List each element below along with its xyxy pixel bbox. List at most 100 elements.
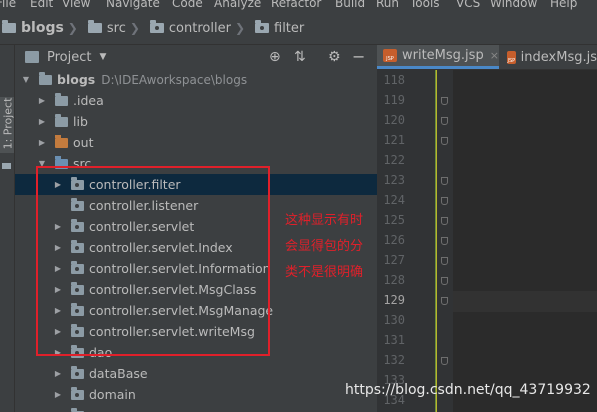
- fold-marker-icon[interactable]: [441, 237, 448, 245]
- tab-label: writeMsg.jsp: [402, 48, 484, 63]
- menu-item-analyze[interactable]: Analyze: [214, 0, 261, 10]
- project-tool-tab-label: 1: Project: [1, 97, 15, 150]
- line-number: 126: [383, 233, 405, 247]
- menu-item-refactor[interactable]: Refactor: [271, 0, 321, 10]
- collapse-arrow-icon[interactable]: ▶: [53, 369, 63, 378]
- breadcrumb-item[interactable]: src ❯: [87, 12, 150, 44]
- fold-marker-icon[interactable]: [441, 137, 448, 145]
- menu-item-help[interactable]: Help: [550, 0, 577, 10]
- tree-item[interactable]: ▶: [15, 405, 377, 412]
- line-number: 129: [383, 293, 405, 307]
- chevron-down-icon[interactable]: ▼: [99, 52, 106, 62]
- collapse-arrow-icon[interactable]: ▶: [53, 390, 63, 399]
- breadcrumb-item[interactable]: controller ❯: [149, 12, 255, 44]
- code-area[interactable]: [453, 70, 597, 412]
- tree-item[interactable]: ▶ lib: [15, 111, 377, 132]
- breadcrumb-label: filter: [274, 20, 305, 36]
- expand-arrow-icon[interactable]: ▼: [21, 75, 31, 84]
- line-number: 128: [383, 273, 405, 287]
- module-folder-icon: [2, 20, 16, 33]
- gear-icon[interactable]: ⚙: [328, 49, 341, 65]
- tab-label: indexMsg.js: [520, 49, 597, 65]
- locate-icon[interactable]: ⊕: [269, 49, 281, 65]
- close-icon[interactable]: ×: [490, 49, 499, 62]
- fold-marker-icon[interactable]: [441, 177, 448, 185]
- menu-item-window[interactable]: Window: [490, 0, 537, 10]
- package-icon: [255, 20, 269, 33]
- current-line-highlight: [453, 291, 597, 312]
- folder-icon: [87, 20, 102, 33]
- line-number: 121: [383, 133, 405, 147]
- collapse-arrow-icon[interactable]: ▶: [37, 96, 47, 105]
- fold-marker-icon[interactable]: [441, 257, 448, 265]
- menu-item-edit[interactable]: Edit: [30, 0, 53, 10]
- menu-item-navigate[interactable]: Navigate: [106, 0, 160, 10]
- line-number: 122: [383, 153, 405, 167]
- tree-item-label: blogs: [57, 72, 96, 87]
- tree-item[interactable]: ▶ dataBase: [15, 363, 377, 384]
- tree-item[interactable]: ▶ domain: [15, 384, 377, 405]
- breadcrumb-item[interactable]: filter: [255, 12, 308, 44]
- highlight-box: [36, 166, 270, 356]
- fold-marker-icon[interactable]: [441, 197, 448, 205]
- tree-item-label: out: [73, 135, 94, 150]
- collapse-arrow-icon[interactable]: ▶: [37, 138, 47, 147]
- menu-item-vcs[interactable]: VCS: [456, 0, 480, 10]
- fold-marker-icon[interactable]: [441, 117, 448, 125]
- fold-marker-icon[interactable]: [441, 357, 448, 365]
- hide-icon[interactable]: −: [352, 47, 365, 66]
- line-number: 123: [383, 173, 405, 187]
- tree-item-path: D:\IDEAworkspace\blogs: [101, 72, 248, 87]
- tree-item-label: dataBase: [89, 366, 148, 381]
- breadcrumb: blogs ❯ src ❯ controller ❯ filter: [0, 12, 597, 45]
- menu-item-run[interactable]: Run: [376, 0, 399, 10]
- tree-item-label: .idea: [73, 93, 104, 108]
- project-icon: [25, 51, 39, 63]
- right-margin-guide: [436, 70, 437, 412]
- project-panel-header: Project ▼ ⊕ ⇅ ⚙ −: [15, 45, 377, 70]
- package-icon: [71, 386, 84, 400]
- breadcrumb-item[interactable]: blogs ❯: [0, 12, 88, 44]
- fold-marker-icon[interactable]: [441, 217, 448, 225]
- collapse-all-icon[interactable]: ⇅: [294, 49, 306, 65]
- project-panel-title[interactable]: Project: [47, 50, 91, 65]
- jsp-file-icon: JSP: [383, 49, 397, 62]
- tree-item[interactable]: ▶ out: [15, 132, 377, 153]
- menu-item-view[interactable]: View: [62, 0, 90, 10]
- line-number: 132: [383, 353, 405, 367]
- tree-item-label: lib: [73, 114, 88, 129]
- fold-marker-icon[interactable]: [441, 277, 448, 285]
- jsp-file-icon: JSP: [507, 50, 516, 64]
- tree-item[interactable]: ▼ blogs D:\IDEAworkspace\blogs: [15, 69, 377, 90]
- chevron-right-icon: ❯: [234, 21, 245, 35]
- fold-marker-icon[interactable]: [441, 297, 448, 305]
- tab-indexmsg-js[interactable]: JSP indexMsg.js: [501, 45, 597, 69]
- package-icon: [71, 365, 84, 379]
- menu-item-file[interactable]: File: [0, 0, 16, 10]
- project-tool-tab[interactable]: 1: Project: [0, 97, 14, 153]
- line-number: 127: [383, 253, 405, 267]
- tab-writemsg-jsp[interactable]: JSP writeMsg.jsp ×: [377, 45, 499, 69]
- module-folder-icon: [39, 71, 52, 85]
- menu-item-tools[interactable]: Tools: [410, 0, 440, 10]
- package-icon: [149, 20, 164, 33]
- line-number: 130: [383, 313, 405, 327]
- tree-item[interactable]: ▶ .idea: [15, 90, 377, 111]
- line-number: 119: [383, 93, 405, 107]
- watermark: https://blog.csdn.net/qq_43719932: [345, 382, 591, 398]
- menu-item-build[interactable]: Build: [335, 0, 365, 10]
- folder-icon: [55, 92, 68, 106]
- breadcrumb-label: src: [106, 20, 126, 36]
- breadcrumb-label: controller: [168, 20, 231, 36]
- editor[interactable]: 118 119 120 121 122 123 124 125 126 127 128 129 130 1…: [377, 70, 597, 412]
- folder-icon: [55, 113, 68, 127]
- chevron-right-icon: ❯: [129, 21, 140, 35]
- line-number: 118: [383, 73, 405, 87]
- menu-item-code[interactable]: Code: [172, 0, 203, 10]
- structure-icon[interactable]: [2, 163, 11, 169]
- fold-marker-icon[interactable]: [441, 97, 448, 105]
- collapse-arrow-icon[interactable]: ▶: [37, 117, 47, 126]
- orange-folder-icon: [55, 134, 68, 148]
- annotation-text: 这种显示有时会显得包的分类不是很明确: [285, 213, 364, 280]
- left-tool-strip: 1: Project: [0, 45, 15, 412]
